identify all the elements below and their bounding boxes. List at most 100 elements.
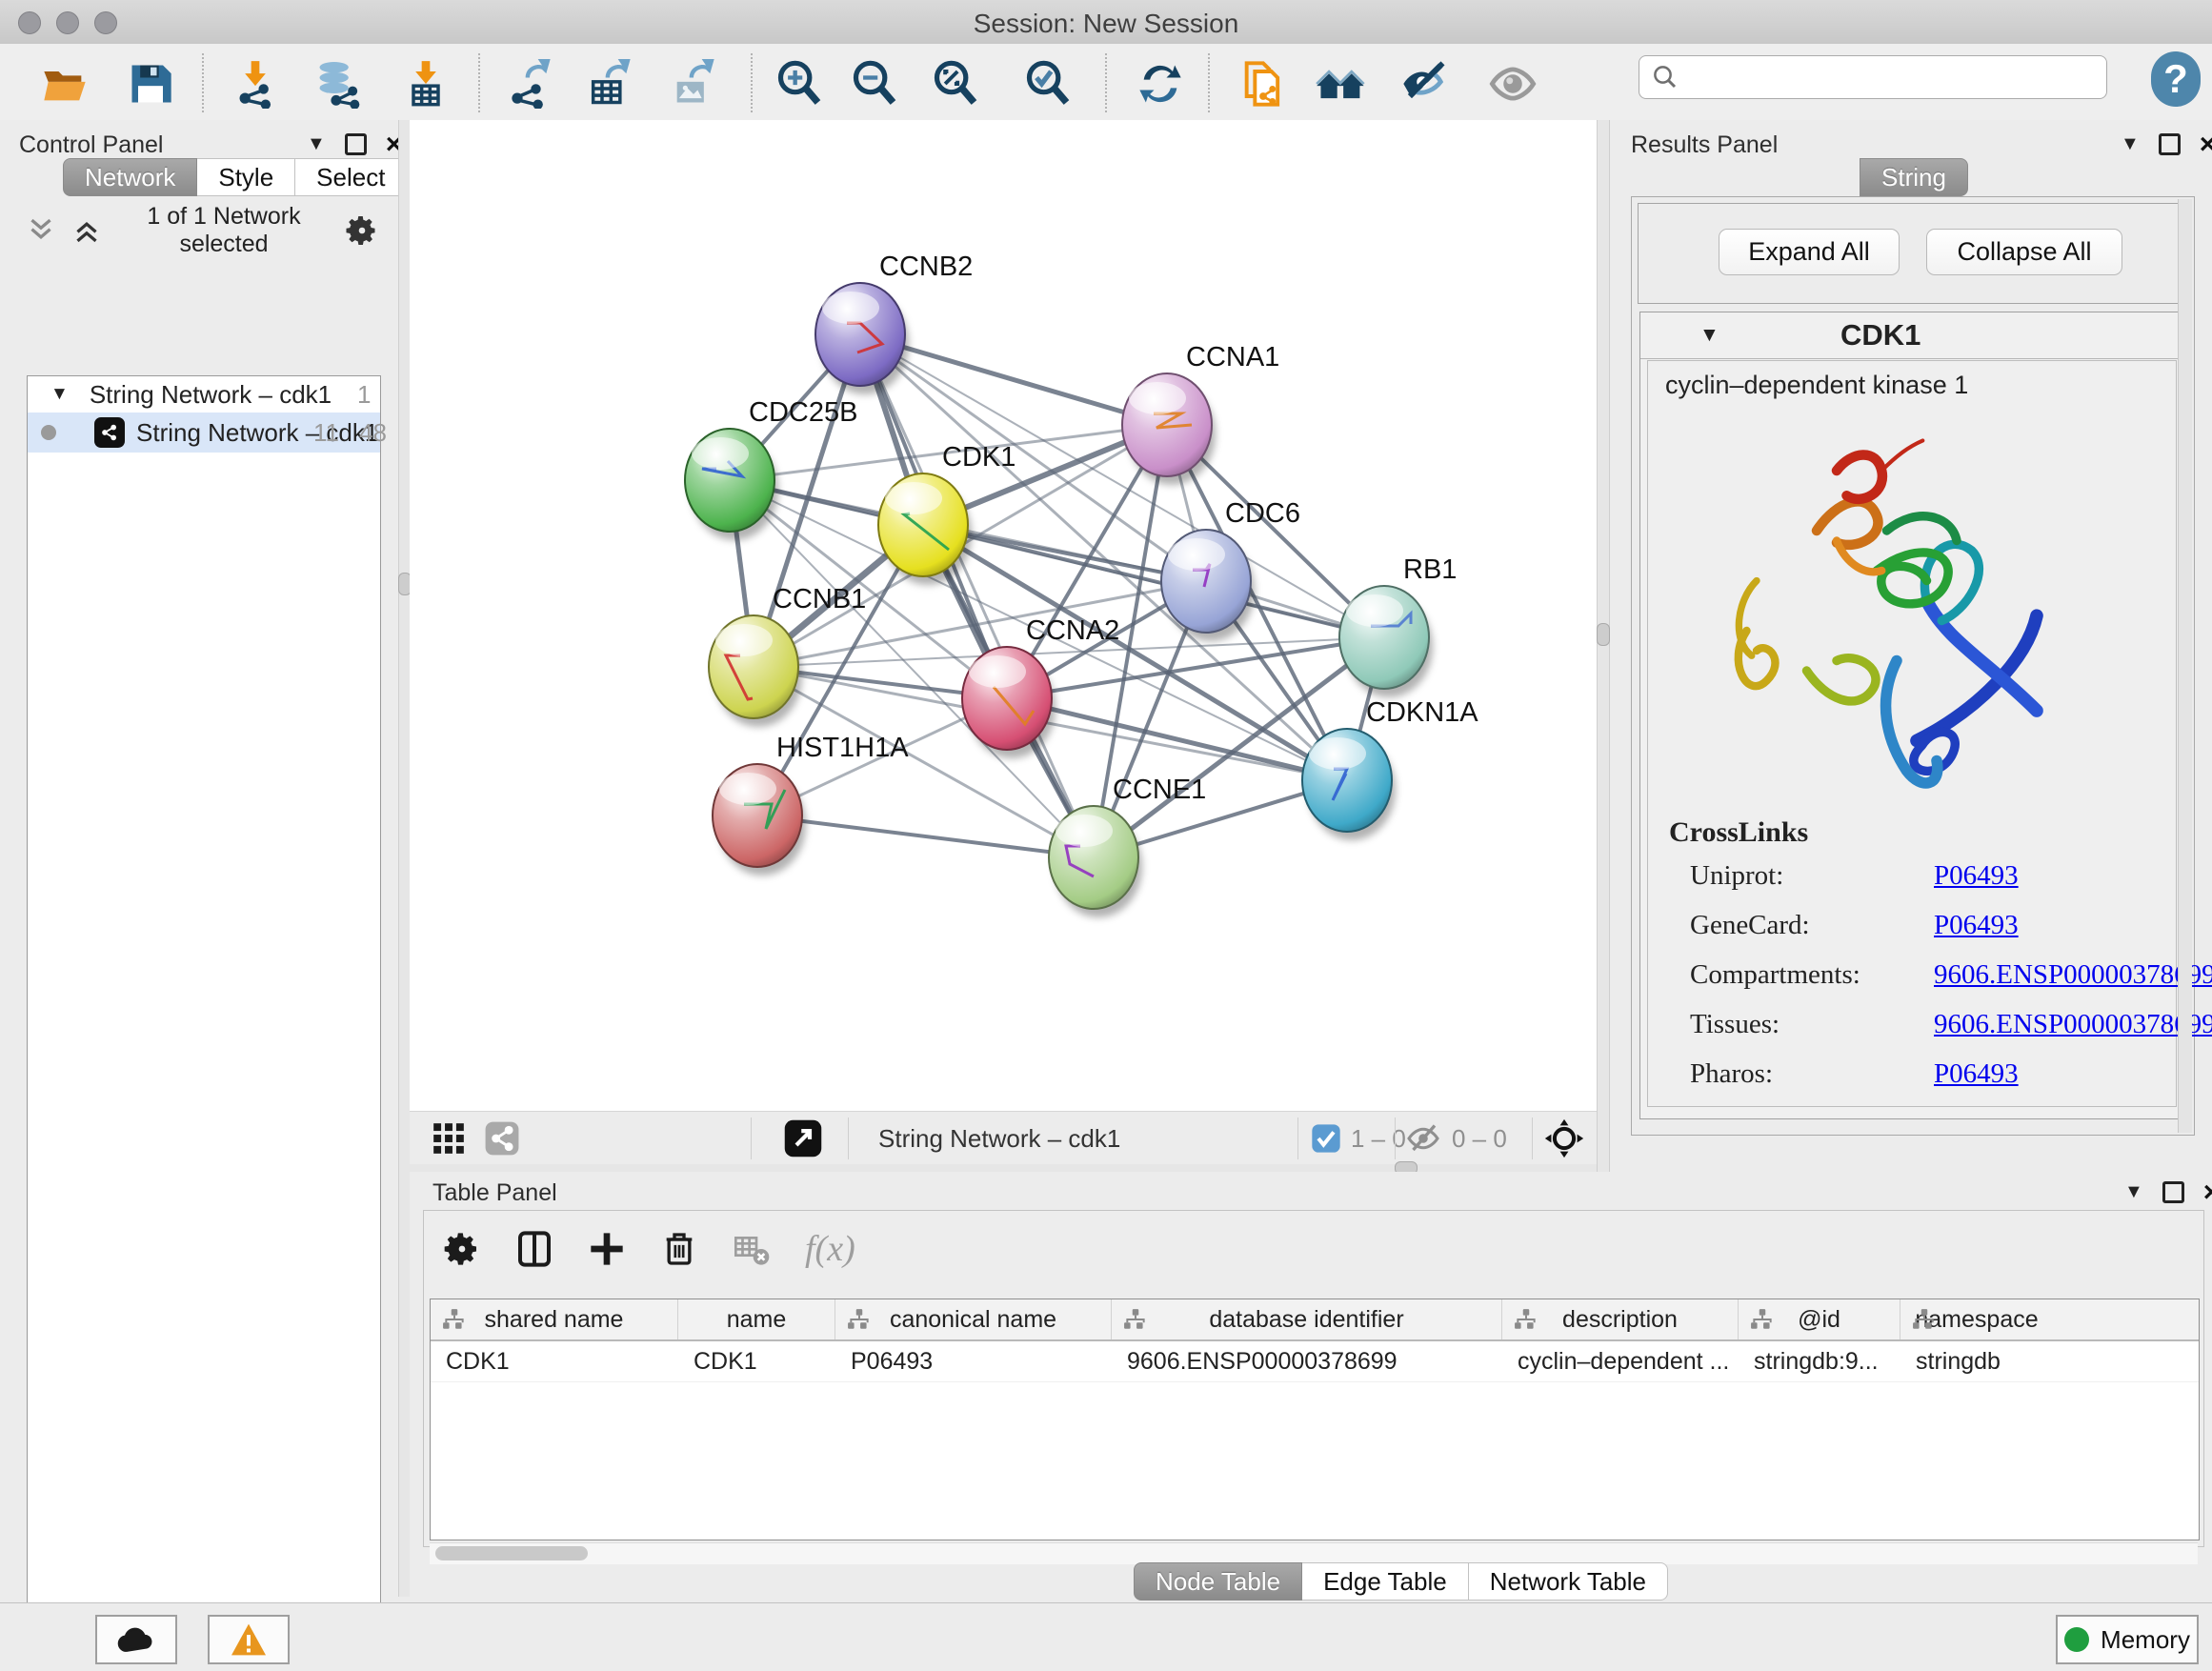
hide-all-panels-icon[interactable] — [1398, 57, 1451, 111]
table-panel-menu-icon[interactable]: ▼ — [2124, 1181, 2143, 1203]
app-status-bar: Memory — [0, 1602, 2212, 1671]
tab-network-table[interactable]: Network Table — [1469, 1562, 1668, 1601]
tab-style[interactable]: Style — [197, 158, 295, 196]
collection-expand-icon[interactable]: ▼ — [50, 384, 69, 405]
warnings-button[interactable] — [208, 1615, 290, 1664]
birdseye-navigator-icon[interactable] — [1543, 1117, 1585, 1159]
help-question-mark: ? — [2163, 56, 2188, 102]
refresh-icon[interactable] — [1134, 57, 1187, 111]
grid-view-icon[interactable] — [431, 1120, 467, 1157]
search-box[interactable] — [1639, 55, 2107, 99]
tab-select[interactable]: Select — [295, 158, 407, 196]
show-columns-icon[interactable] — [515, 1230, 553, 1268]
crosslink-genecard-link[interactable]: P06493 — [1934, 910, 2019, 941]
cell-shared-name: CDK1 — [431, 1341, 678, 1381]
export-table-icon[interactable] — [583, 57, 636, 111]
delete-column-trash-icon[interactable] — [660, 1230, 698, 1268]
toolbar-separator — [202, 53, 204, 112]
delete-table-icon — [733, 1230, 771, 1268]
create-column-plus-icon[interactable] — [588, 1230, 626, 1268]
right-splitter-handle[interactable] — [1597, 623, 1610, 646]
cell-id: stringdb:9... — [1739, 1341, 1900, 1381]
network-edge-count: 48 — [359, 418, 387, 448]
zoom-selected-icon[interactable] — [1021, 57, 1075, 111]
help-button[interactable]: ? — [2151, 51, 2201, 107]
tab-node-table[interactable]: Node Table — [1134, 1562, 1302, 1601]
right-splitter[interactable] — [1597, 120, 1610, 1172]
network-graph[interactable]: CCNB2CCNA1CDC25BCDK1CDC6RB1CCNB1CCNA2CDK… — [410, 120, 1597, 1111]
results-panel-menu-icon[interactable]: ▼ — [2121, 133, 2140, 155]
show-all-panels-icon[interactable] — [1315, 57, 1368, 111]
window-title: Session: New Session — [0, 9, 2212, 39]
column-header-name[interactable]: name — [678, 1299, 835, 1339]
search-input[interactable] — [1689, 63, 2095, 91]
collapse-all-networks-icon[interactable] — [25, 216, 57, 245]
open-session-icon[interactable] — [38, 57, 91, 111]
expand-all-button[interactable]: Expand All — [1719, 229, 1900, 275]
zoom-out-icon[interactable] — [848, 57, 901, 111]
column-header-description[interactable]: description — [1502, 1299, 1739, 1339]
toolbar-separator — [1208, 53, 1210, 112]
cloud-button[interactable] — [95, 1615, 177, 1664]
node-CCNB2: CCNB2 — [815, 252, 973, 394]
column-header-canonical-name[interactable]: canonical name — [835, 1299, 1112, 1339]
tab-network[interactable]: Network — [63, 158, 197, 196]
collapse-all-button[interactable]: Collapse All — [1926, 229, 2122, 275]
table-horizontal-scrollbar[interactable] — [430, 1542, 2198, 1564]
import-network-file-icon[interactable] — [229, 57, 282, 111]
control-panel: Control Panel ▼ × Network Style Select S… — [0, 120, 398, 1597]
network-row-selected[interactable]: String Network – cdk1 11 48 — [28, 413, 380, 453]
export-image-icon[interactable] — [667, 57, 720, 111]
crosslink-uniprot-link[interactable]: P06493 — [1934, 860, 2019, 892]
column-header-database-identifier[interactable]: database identifier — [1112, 1299, 1502, 1339]
expand-all-networks-icon[interactable] — [70, 216, 103, 245]
main-toolbar: ? — [0, 44, 2212, 121]
node-label-CCNA2: CCNA2 — [1026, 615, 1119, 646]
node-CCNA2: CCNA2 — [962, 615, 1119, 758]
memory-button[interactable]: Memory — [2056, 1615, 2199, 1664]
control-panel-float-icon[interactable] — [345, 133, 367, 155]
zoom-in-icon[interactable] — [773, 57, 826, 111]
network-view-icon[interactable] — [484, 1120, 520, 1157]
tab-edge-table[interactable]: Edge Table — [1302, 1562, 1469, 1601]
column-header-id[interactable]: @id — [1739, 1299, 1900, 1339]
selected-checkbox-icon[interactable] — [1311, 1123, 1341, 1154]
table-panel-close-icon[interactable]: × — [2203, 1183, 2212, 1202]
crosslink-tissues-link[interactable]: 9606.ENSP00000378699 — [1934, 1009, 2212, 1040]
crosslink-compartments-link[interactable]: 9606.ENSP00000378699 — [1934, 959, 2212, 991]
control-panel-menu-icon[interactable]: ▼ — [307, 133, 326, 155]
table-row[interactable]: CDK1 CDK1 P06493 9606.ENSP00000378699 cy… — [431, 1341, 2199, 1382]
table-settings-gear-icon[interactable] — [443, 1230, 481, 1268]
import-network-database-icon[interactable] — [312, 57, 365, 111]
node-label-HIST1H1A: HIST1H1A — [776, 733, 909, 763]
show-graphics-details-icon[interactable] — [1486, 57, 1539, 111]
column-header-namespace[interactable]: namespace — [1900, 1299, 2053, 1339]
node-table[interactable]: shared name name canonical name database… — [430, 1299, 2200, 1540]
duplicate-network-icon[interactable] — [1237, 57, 1290, 111]
memory-status-dot — [2064, 1627, 2089, 1652]
network-view-toolbar: String Network – cdk1 1 – 0 0 – 0 — [410, 1111, 1597, 1165]
export-network-icon[interactable] — [503, 57, 556, 111]
warning-icon — [230, 1622, 268, 1657]
network-canvas[interactable]: CCNB2CCNA1CDC25BCDK1CDC6RB1CCNB1CCNA2CDK… — [410, 120, 1597, 1111]
tab-string[interactable]: String — [1860, 158, 1968, 196]
table-panel-float-icon[interactable] — [2162, 1181, 2184, 1203]
open-in-new-window-icon[interactable] — [783, 1118, 823, 1158]
protein-collapse-icon[interactable]: ▼ — [1699, 324, 1719, 347]
crosslink-pharos-link[interactable]: P06493 — [1934, 1058, 2019, 1090]
results-scrollbar[interactable] — [2178, 199, 2192, 1133]
column-header-shared-name[interactable]: shared name — [431, 1299, 678, 1339]
string-results-container: Expand All Collapse All ▼ CDK1 cyclin–de… — [1631, 196, 2195, 1136]
network-selection-summary: 1 of 1 Network selected — [103, 203, 345, 258]
results-panel-close-icon[interactable]: × — [2200, 135, 2212, 154]
network-options-gear-icon[interactable] — [345, 213, 379, 248]
node-label-RB1: RB1 — [1403, 554, 1457, 585]
save-session-icon[interactable] — [124, 57, 177, 111]
network-collection-row[interactable]: ▼ String Network – cdk1 1 — [28, 376, 380, 413]
horizontal-splitter[interactable] — [410, 1164, 1597, 1172]
results-panel-float-icon[interactable] — [2159, 133, 2181, 155]
scrollbar-thumb[interactable] — [435, 1546, 588, 1560]
import-table-file-icon[interactable] — [399, 57, 452, 111]
zoom-fit-icon[interactable] — [929, 57, 982, 111]
crosslink-label: GeneCard: — [1690, 910, 1810, 941]
